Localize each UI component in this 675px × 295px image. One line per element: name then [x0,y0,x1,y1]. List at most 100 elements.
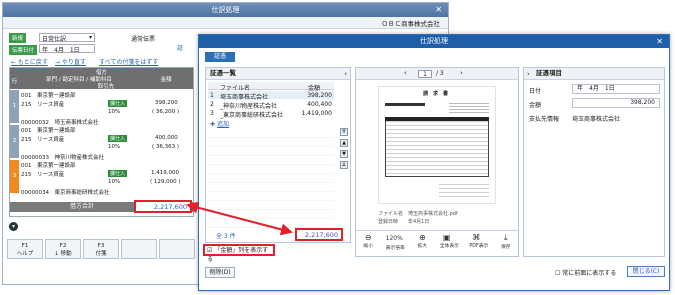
list-item[interactable]: 2 _神奈川物産株式会社 400,400 [208,100,334,110]
grid-col-amount: 金額 [139,75,193,83]
list-item-amount: 400,400 [307,101,332,108]
fkey-help[interactable]: F1 ヘルプ [7,239,43,259]
fkey-blank[interactable] [159,239,195,259]
next-page-icon[interactable]: › [460,69,463,77]
fkey-code: F2 [59,243,67,249]
row-dept[interactable]: 001 東京第一建設部 [21,91,76,99]
row-partner[interactable]: 00000034 東京商事総研株式会社 [21,188,110,196]
voucher-list-panel: 証憑一覧 ‹ ファイル名 金額 1 埼玉商事株式会社 398,200 2 _神奈… [205,67,351,243]
reorder-buttons: ⇈ ▲ ▼ ⇊ [340,128,348,169]
zoom-in-button[interactable]: ⊕ 拡大 [415,233,429,256]
row-tax-amount: ( 36,200 ) [152,109,180,115]
zoom-in-icon: ⊕ [418,233,426,242]
show-amount-checkbox[interactable]: ☑ 「金額」列を表示する [203,244,275,263]
row-account[interactable]: 215 リース資産 [21,100,64,108]
document-line [385,103,425,106]
registered-date-value: 年4月1日 [408,219,430,225]
download-icon: ⤓ [503,233,508,242]
pdf-view-button[interactable]: ⌘ PDF表示 [469,233,488,256]
close-icon[interactable]: ✕ [435,5,442,14]
prev-page-icon[interactable]: ‹ [404,69,407,77]
tax-badge: 課仕入 [108,100,128,107]
zoom-in-label: 拡大 [417,244,428,249]
fkey-move[interactable]: F2 ↓ 移動 [45,239,81,259]
slip-date-input[interactable]: 年 4月 1日 [39,44,95,54]
expand-icon[interactable]: ▾ [9,222,18,231]
journal-type-value: 日常仕訳 [42,36,67,43]
add-link[interactable]: ✚ 追加 [210,119,229,128]
zoom-out-button[interactable]: ⊖ 縮小 [361,233,375,256]
fit-page-button[interactable]: ▣ 全体表示 [440,233,459,256]
list-item-num: 2 [210,101,214,108]
chevron-right-icon[interactable]: › [527,70,530,78]
document-address [449,101,489,115]
redo-link[interactable]: → やり直す [55,57,86,66]
save-button[interactable]: ⤓ 保存 [499,233,513,256]
row-dept[interactable]: 001 東京第一建設部 [21,161,76,169]
list-count: 全 3 件 [216,233,236,240]
company-name: ＯＢＣ商事株式会社 [381,20,441,28]
delete-button[interactable]: 削除(D) [205,267,235,278]
list-item-num: 3 [210,110,214,117]
row-partner[interactable]: 00000033 神奈川物産株式会社 [21,153,104,161]
list-item[interactable]: 3 _東京商事総研株式会社 1,419,000 [208,109,334,119]
info-payee-value: 埼玉商事株式会社 [572,116,621,123]
row-partner[interactable]: 00000032 埼玉商事株式会社 [21,118,99,126]
date-tag: 伝票日付 [9,45,38,55]
fkey-label: ヘルプ [16,251,34,257]
chevron-left-icon[interactable]: ‹ [344,70,347,78]
info-payee-label: 支払先情報 [529,116,560,123]
always-front-checkbox[interactable]: ☐ 常に前面に表示する [555,268,616,277]
row-rate: 10% [108,144,121,150]
document-totals [439,181,489,197]
undo-link[interactable]: ← もとに戻す [11,57,48,66]
tax-badge: 課仕入 [108,170,128,177]
voucher-list-title: 証憑一覧 [206,68,350,80]
pdf-view-label: PDF表示 [469,244,489,249]
info-amount-value[interactable]: 398,200 [572,98,660,108]
list-item-amount: 398,200 [307,92,332,99]
filename-label: ファイル名 [378,211,404,217]
voucher-window-title: 仕訳処理 [199,35,669,48]
remove-tags-link[interactable]: すべての付箋をはずす [99,57,158,66]
move-up-icon[interactable]: ▲ [340,139,348,147]
row-amount[interactable]: 1,419,000 [151,170,179,176]
row-account[interactable]: 215 リース資産 [21,135,64,143]
viewer-toolbar: ‹ 1 / 3 › [356,68,518,80]
tab-voucher[interactable]: 証憑 [205,52,235,62]
journal-type-select[interactable]: 日常仕訳 ▾ [39,33,95,43]
row-amount[interactable]: 400,000 [155,135,178,141]
move-down-icon[interactable]: ▼ [340,150,348,158]
move-bottom-icon[interactable]: ⇊ [340,161,348,169]
grid-credit-header: 借方 [10,68,193,76]
filename-value: 埼玉商事株式会社.pdf [408,211,458,217]
slip-type-label: 通常伝票 [131,36,156,43]
document-table-header [385,117,489,121]
close-button[interactable]: 閉じる(C) [627,266,665,277]
zoom-out-label: 縮小 [363,244,374,249]
row-rate: 10% [108,109,121,115]
viewer-tools: ⊖ 縮小 120% 表示倍率 ⊕ 拡大 ▣ 全体表示 ⌘ PDF表示 ⤓ 保存 [356,230,518,256]
document-preview: 請 求 書 [378,86,496,204]
zoom-level-button[interactable]: 120% 表示倍率 [386,233,405,256]
fkey-blank[interactable] [121,239,157,259]
row-account[interactable]: 215 リース資産 [21,170,64,178]
row-dept[interactable]: 001 東京第一建設部 [21,126,76,134]
fkey-tag[interactable]: F3 付箋 [83,239,119,259]
chevron-down-icon: ▾ [88,34,92,41]
page-input[interactable]: 1 [418,70,432,78]
company-bar: ＯＢＣ商事株式会社 [3,17,448,29]
always-front-label: 常に前面に表示する [562,270,617,277]
plus-icon: ✚ [210,121,217,128]
row-amount[interactable]: 398,200 [155,100,178,106]
move-top-icon[interactable]: ⇈ [340,128,348,136]
zoom-level: 120% [385,235,403,242]
document-title: 請 求 書 [423,91,449,97]
side-link[interactable]: 証 [177,43,183,52]
close-icon[interactable]: ✕ [656,37,663,46]
info-date-value[interactable]: 年 4月 1日 [572,84,660,94]
credit-total-value: 2,217,600 [134,200,192,213]
list-item-name: _東京商事総研株式会社 [220,112,284,119]
fit-page-icon: ▣ [442,233,451,242]
list-item[interactable]: 1 埼玉商事株式会社 398,200 [208,91,334,101]
